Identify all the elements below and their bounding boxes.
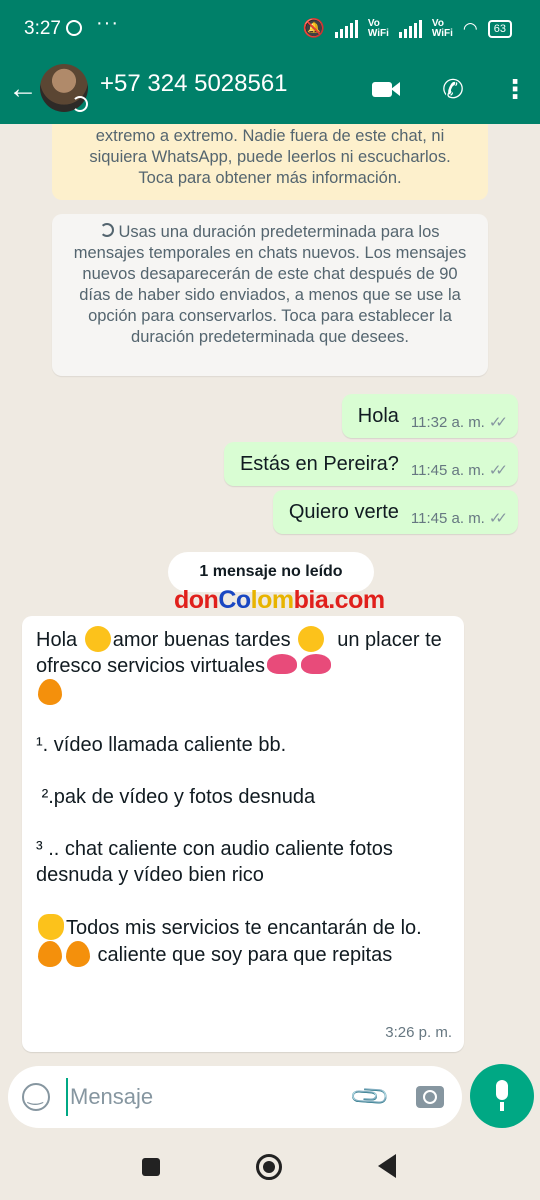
mic-icon[interactable]: [470, 1064, 534, 1128]
wifi-icon: ◠: [462, 18, 478, 38]
message-text: Hola: [36, 629, 83, 651]
message-time: 11:45 a. m.: [410, 510, 485, 527]
message-time: 3:26 p. m.: [385, 1024, 452, 1041]
message-paragraph: Hola amor buenas tardes un placer te ofr…: [36, 626, 450, 706]
clap-emoji-icon: [38, 914, 64, 940]
watermark-part: bia.com: [293, 586, 385, 614]
read-ticks-icon: ✓✓: [488, 462, 508, 479]
message-text: Todos mis servicios te encantarán de lo.: [66, 917, 428, 939]
home-button[interactable]: [256, 1154, 282, 1180]
lips-emoji-icon: [266, 654, 297, 674]
outgoing-message[interactable]: Estás en Pereira? 11:45 a. m. ✓✓: [223, 442, 518, 486]
back-arrow-icon[interactable]: ←: [8, 72, 38, 106]
system-nav-bar: [0, 1138, 540, 1200]
service-item: ³ .. chat caliente con audio caliente fo…: [36, 838, 399, 886]
read-ticks-icon: ✓✓: [488, 510, 508, 527]
status-icons: 🔕 Vo WiFi Vo WiFi ◠ 63: [302, 18, 512, 39]
kissing-emoji-icon: [298, 626, 325, 652]
message-text: Quiero verte: [288, 500, 399, 523]
mute-icon: 🔕: [302, 18, 325, 38]
back-button[interactable]: [378, 1154, 396, 1178]
message-meta: 11:45 a. m. ✓✓: [410, 461, 508, 479]
watermark-part: don: [174, 586, 219, 614]
timer-icon: [72, 96, 88, 112]
lips-emoji-icon: [300, 654, 331, 674]
video-call-icon[interactable]: [372, 74, 402, 104]
status-time: 3:27: [24, 18, 61, 39]
watermark-logo: donColombia.com: [174, 586, 385, 615]
incoming-message[interactable]: Hola amor buenas tardes un placer te ofr…: [22, 616, 464, 1052]
read-ticks-icon: ✓✓: [488, 414, 508, 431]
encryption-notice[interactable]: extremo a extremo. Nadie fuera de este c…: [52, 124, 488, 200]
message-text: Hola: [357, 404, 399, 427]
fire-emoji-icon: [38, 941, 62, 967]
recents-button[interactable]: [142, 1158, 160, 1176]
menu-icon[interactable]: ⋮: [500, 74, 530, 104]
fire-emoji-icon: [38, 679, 62, 705]
chat-header: ← +57 324 5028561 ✆ ⋮: [0, 62, 540, 124]
signal-2-icon: [398, 19, 422, 38]
camera-icon[interactable]: [416, 1086, 444, 1108]
attach-icon[interactable]: 📎: [346, 1074, 392, 1119]
battery-icon: 63: [487, 19, 512, 38]
outgoing-message[interactable]: Quiero verte 11:45 a. m. ✓✓: [272, 490, 518, 534]
message-composer: 📎: [8, 1066, 462, 1128]
fire-emoji-icon: [66, 941, 90, 967]
service-item: ².pak de vídeo y fotos desnuda: [36, 786, 316, 808]
signal-1-icon: [334, 19, 358, 38]
service-item: ¹. vídeo llamada caliente bb.: [36, 734, 287, 756]
vowifi-1-label: Vo WiFi: [367, 17, 389, 39]
whatsapp-notification-icon: [66, 20, 82, 36]
message-input[interactable]: [66, 1078, 346, 1116]
vowifi-2-label: Vo WiFi: [431, 17, 453, 39]
message-paragraph: Todos mis servicios te encantarán de lo.…: [36, 914, 450, 968]
temporary-messages-notice[interactable]: Usas una duración predeterminada para lo…: [52, 214, 488, 376]
message-time: 11:32 a. m.: [410, 414, 485, 431]
phone-call-icon[interactable]: ✆: [438, 74, 468, 104]
more-notifications-icon: ···: [96, 12, 119, 34]
watermark-part: Co: [218, 586, 251, 614]
message-text: Estás en Pereira?: [239, 452, 399, 475]
timer-icon: [100, 223, 115, 237]
contact-name[interactable]: +57 324 5028561: [100, 70, 288, 98]
message-meta: 11:32 a. m. ✓✓: [410, 413, 508, 431]
message-meta: 11:45 a. m. ✓✓: [410, 509, 508, 527]
status-bar: 3:27 ··· 🔕 Vo WiFi Vo WiFi ◠ 63: [0, 0, 540, 62]
watermark-part: lom: [250, 586, 294, 614]
chat-area[interactable]: extremo a extremo. Nadie fuera de este c…: [0, 124, 540, 1060]
message-text: amor buenas tardes: [112, 629, 297, 651]
emoji-icon[interactable]: [22, 1083, 50, 1111]
temporary-notice-text: Usas una duración predeterminada para lo…: [73, 223, 467, 346]
outgoing-message[interactable]: Hola 11:32 a. m. ✓✓: [341, 394, 518, 438]
message-text: caliente que soy para que repitas: [92, 944, 393, 966]
message-time: 11:45 a. m.: [410, 462, 485, 479]
kiss-emoji-icon: [84, 626, 111, 652]
